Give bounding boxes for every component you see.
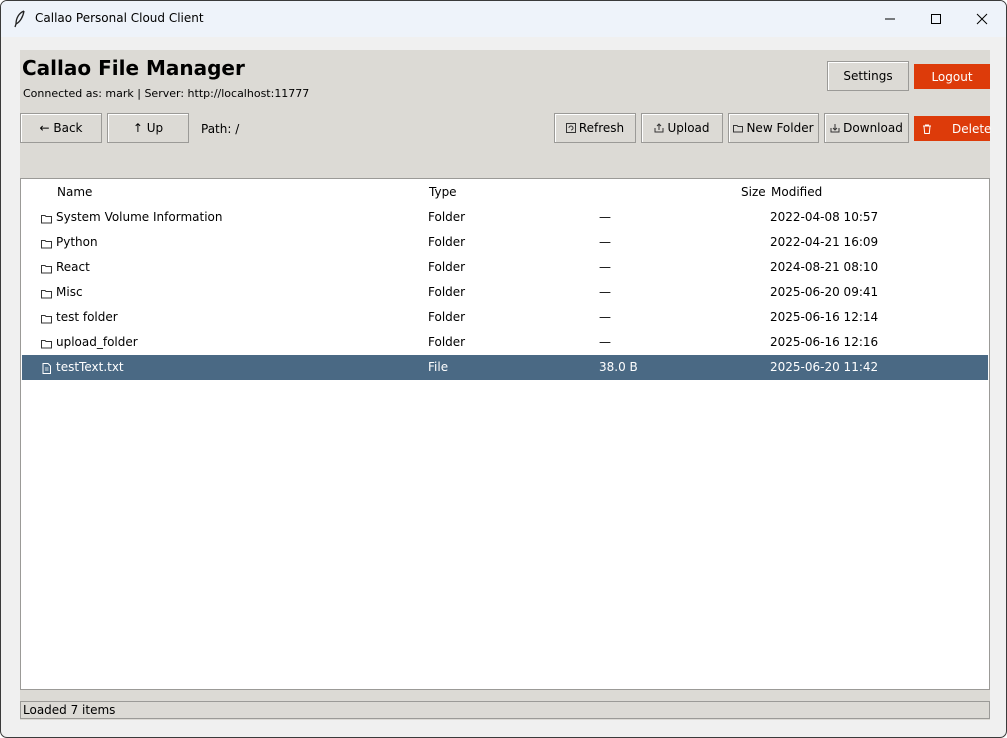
table-row[interactable]: Misc Folder — 2025-06-20 09:41 <box>22 280 988 305</box>
new-folder-button[interactable]: New Folder <box>728 113 819 143</box>
logout-button[interactable]: Logout <box>914 64 990 89</box>
cell-modified: 2025-06-20 09:41 <box>770 285 879 299</box>
table-row[interactable]: upload_folder Folder — 2025-06-16 12:16 <box>22 330 988 355</box>
table-header: Name Type Size Modified <box>21 179 989 204</box>
minimize-button[interactable] <box>867 1 913 37</box>
cell-name: Python <box>56 235 98 249</box>
column-header-type[interactable]: Type <box>429 185 457 199</box>
column-header-name[interactable]: Name <box>57 185 92 199</box>
cell-type: Folder <box>428 210 466 224</box>
maximize-icon <box>931 14 941 24</box>
minimize-icon <box>885 18 895 20</box>
upload-button[interactable]: Upload <box>641 113 723 143</box>
file-icon <box>41 363 52 374</box>
trash-icon <box>922 124 932 134</box>
close-button[interactable] <box>959 1 1005 37</box>
cell-type: File <box>428 360 449 374</box>
cell-type: Folder <box>428 285 466 299</box>
table-row[interactable]: testText.txt File 38.0 B 2025-06-20 11:42 <box>22 355 988 380</box>
cell-name: React <box>56 260 90 274</box>
cell-type: Folder <box>428 310 466 324</box>
maximize-button[interactable] <box>913 1 959 37</box>
up-label: ↑ Up <box>132 121 164 135</box>
cell-name: test folder <box>56 310 118 324</box>
folder-icon <box>41 313 52 324</box>
cell-modified: 2025-06-16 12:14 <box>770 310 879 324</box>
page-title: Callao File Manager <box>22 56 245 80</box>
cell-type: Folder <box>428 235 466 249</box>
cell-size: — <box>599 335 611 349</box>
cell-size: — <box>599 310 611 324</box>
cell-size: — <box>599 210 611 224</box>
app-window: Callao Personal Cloud Client Callao File… <box>0 0 1007 738</box>
cell-name: testText.txt <box>56 360 124 374</box>
cell-name: Misc <box>56 285 83 299</box>
folder-icon <box>41 263 52 274</box>
folder-icon <box>733 123 744 136</box>
status-bar: Loaded 7 items <box>20 701 990 719</box>
table-row[interactable]: React Folder — 2024-08-21 08:10 <box>22 255 988 280</box>
folder-icon <box>41 213 52 224</box>
refresh-button[interactable]: Refresh <box>554 113 636 143</box>
cell-modified: 2024-08-21 08:10 <box>770 260 879 274</box>
cell-modified: 2025-06-16 12:16 <box>770 335 879 349</box>
main-panel: Callao File Manager Connected as: mark |… <box>20 50 992 720</box>
window-title: Callao Personal Cloud Client <box>35 11 204 25</box>
table-row[interactable]: System Volume Information Folder — 2022-04-… <box>22 205 988 230</box>
logout-label: Logout <box>931 69 973 84</box>
folder-icon <box>41 338 52 349</box>
cell-size: — <box>599 285 611 299</box>
cell-modified: 2022-04-21 16:09 <box>770 235 879 249</box>
folder-icon <box>41 288 52 299</box>
refresh-icon <box>565 122 576 136</box>
table-row[interactable]: test folder Folder — 2025-06-16 12:14 <box>22 305 988 330</box>
cell-size: — <box>599 260 611 274</box>
file-list[interactable]: Name Type Size Modified System Volume In… <box>20 178 990 690</box>
cell-size: 38.0 B <box>599 360 638 374</box>
cell-type: Folder <box>428 260 466 274</box>
download-button[interactable]: Download <box>824 113 909 143</box>
connection-info: Connected as: mark | Server: http://loca… <box>23 87 310 100</box>
download-icon <box>830 123 840 136</box>
refresh-label: Refresh <box>578 121 625 135</box>
title-bar: Callao Personal Cloud Client <box>1 1 1006 37</box>
feather-icon <box>14 10 25 28</box>
column-header-modified[interactable]: Modified <box>771 185 822 199</box>
status-text: Loaded 7 items <box>23 703 116 717</box>
back-label: ← Back <box>39 121 83 135</box>
new-folder-label: New Folder <box>746 121 814 135</box>
upload-icon <box>654 122 664 136</box>
cell-size: — <box>599 235 611 249</box>
folder-icon <box>41 238 52 249</box>
table-row[interactable]: Python Folder — 2022-04-21 16:09 <box>22 230 988 255</box>
delete-label: Delete <box>952 121 992 136</box>
back-button[interactable]: ← Back <box>20 113 102 143</box>
upload-label: Upload <box>667 121 710 135</box>
cell-name: System Volume Information <box>56 210 223 224</box>
cell-modified: 2022-04-08 10:57 <box>770 210 879 224</box>
cell-modified: 2025-06-20 11:42 <box>770 360 879 374</box>
path-label: Path: / <box>201 122 240 136</box>
cell-type: Folder <box>428 335 466 349</box>
settings-button[interactable]: Settings <box>827 61 909 91</box>
column-header-size[interactable]: Size <box>741 185 766 199</box>
settings-label: Settings <box>843 69 893 83</box>
download-label: Download <box>843 121 903 135</box>
up-button[interactable]: ↑ Up <box>107 113 189 143</box>
delete-button[interactable]: Delete <box>914 116 992 141</box>
cell-name: upload_folder <box>56 335 138 349</box>
close-icon <box>976 13 988 25</box>
